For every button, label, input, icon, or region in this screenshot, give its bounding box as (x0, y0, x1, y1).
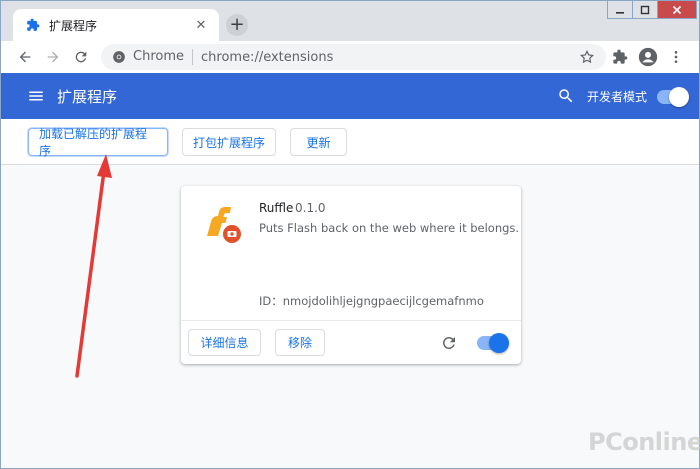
close-icon[interactable] (657, 1, 697, 19)
toggle-knob (669, 87, 689, 107)
minimize-icon[interactable] (607, 1, 633, 19)
watermark-text: PConline (588, 428, 700, 456)
details-button[interactable]: 详细信息 (188, 329, 261, 356)
forward-icon[interactable] (39, 43, 67, 71)
search-icon[interactable] (557, 87, 575, 105)
extension-card: Ruffle 0.1.0 Puts Flash back on the web … (181, 186, 521, 364)
browser-toolbar: Chrome chrome://extensions (1, 41, 699, 73)
address-url[interactable]: chrome://extensions (201, 50, 578, 65)
maximize-icon[interactable] (632, 1, 658, 19)
developer-mode-label: 开发者模式 (587, 90, 648, 104)
chrome-info-icon[interactable] (111, 49, 127, 65)
tab-strip: 扩展程序 ✕ + (1, 1, 699, 41)
action-bar: 加载已解压的扩展程序 打包扩展程序 更新 (1, 119, 699, 165)
extension-version: 0.1.0 (295, 201, 326, 215)
star-icon[interactable] (578, 48, 596, 66)
extensions-list: Ruffle 0.1.0 Puts Flash back on the web … (1, 165, 699, 468)
page-title: 扩展程序 (57, 88, 118, 106)
window-controls (607, 1, 697, 19)
load-unpacked-button[interactable]: 加载已解压的扩展程序 (28, 127, 168, 158)
ruffle-logo-icon (203, 204, 243, 246)
puzzle-icon (25, 17, 41, 33)
tab-title: 扩展程序 (49, 18, 98, 33)
pack-extension-button[interactable]: 打包扩展程序 (182, 128, 276, 156)
hamburger-menu-icon[interactable] (27, 87, 45, 105)
address-chip: Chrome (133, 49, 193, 65)
tab-extensions[interactable]: 扩展程序 ✕ (13, 9, 219, 41)
developer-mode-toggle[interactable] (657, 87, 689, 107)
extension-enable-toggle[interactable] (477, 333, 509, 353)
extensions-puzzle-icon[interactable] (606, 43, 634, 71)
extension-description: Puts Flash back on the web where it belo… (259, 221, 520, 235)
profile-icon[interactable] (634, 43, 662, 71)
address-bar[interactable]: Chrome chrome://extensions (101, 44, 606, 70)
reload-icon[interactable] (67, 43, 95, 71)
remove-button[interactable]: 移除 (275, 329, 325, 356)
browser-window: 扩展程序 ✕ + Chrome chrome://extensions 扩展程序… (0, 0, 700, 469)
extension-id: ID：nmojdolihljejgngpaecijlcgemafnmo (259, 294, 484, 308)
update-button[interactable]: 更新 (290, 128, 347, 156)
extension-name: Ruffle (259, 201, 294, 215)
back-icon[interactable] (11, 43, 39, 71)
kebab-menu-icon[interactable] (662, 43, 690, 71)
extensions-header: 扩展程序 开发者模式 (1, 73, 699, 119)
new-tab-button[interactable]: + (226, 14, 248, 36)
tab-close-icon[interactable]: ✕ (193, 17, 209, 33)
reload-extension-icon[interactable] (440, 334, 458, 352)
card-divider (181, 320, 521, 321)
toggle-knob (489, 333, 509, 353)
